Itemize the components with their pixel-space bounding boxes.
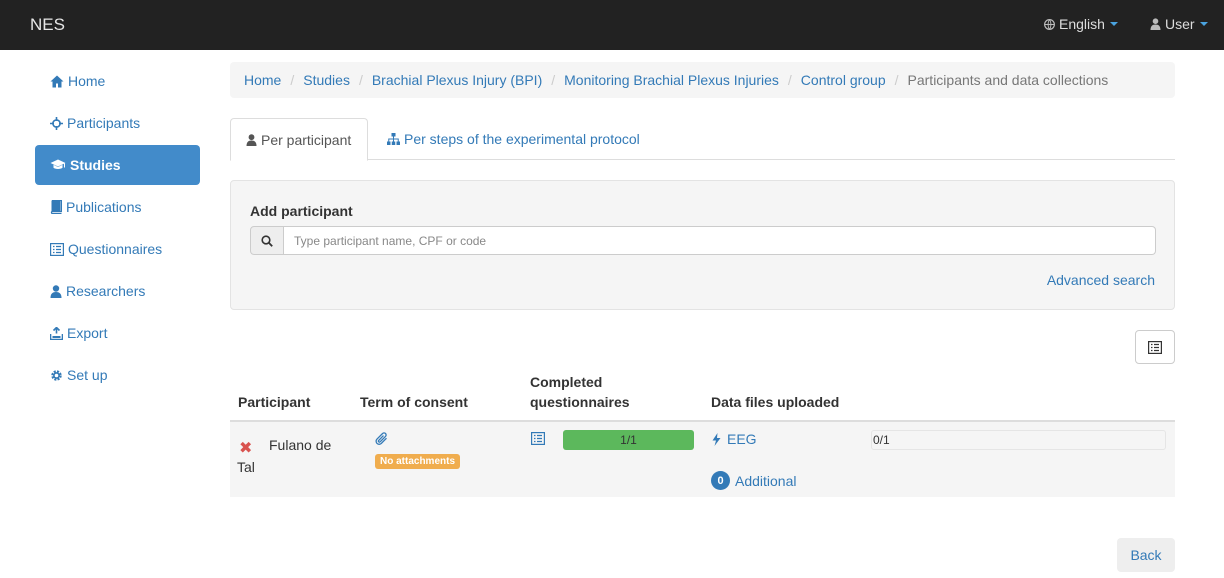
eeg-files-link[interactable]: EEG: [712, 431, 757, 447]
column-header-questionnaires-line1: Completed: [530, 374, 603, 390]
paperclip-icon[interactable]: [375, 432, 389, 446]
additional-label: Additional: [735, 472, 797, 489]
column-header-questionnaires: Completed questionnaires: [530, 372, 630, 412]
breadcrumb: Home / Studies / Brachial Plexus Injury …: [230, 62, 1175, 98]
tab-per-participant[interactable]: Per participant: [230, 118, 368, 161]
user-icon: [50, 284, 62, 298]
add-participant-panel: Add participant Advanced search: [230, 180, 1175, 310]
questionnaires-progress-bar: 1/1: [563, 430, 694, 450]
questionnaires-progress-label: 1/1: [620, 433, 637, 447]
home-icon: [50, 75, 64, 87]
additional-files-link[interactable]: 0 Additional: [711, 471, 797, 490]
column-header-files: Data files uploaded: [711, 394, 840, 410]
breadcrumb-separator: /: [290, 72, 295, 88]
sidebar-item-participants[interactable]: Participants: [35, 103, 200, 143]
participant-search-group: [250, 226, 1156, 255]
sidebar-item-export[interactable]: Export: [35, 313, 200, 353]
globe-icon: [1044, 18, 1055, 30]
language-dropdown[interactable]: English: [1044, 16, 1118, 32]
book-icon: [50, 200, 62, 214]
chevron-down-icon: [1109, 22, 1118, 26]
sidebar-item-label: Export: [67, 325, 108, 341]
sidebar-item-studies[interactable]: Studies: [35, 145, 200, 185]
user-dropdown[interactable]: User: [1150, 16, 1208, 32]
sidebar-item-home[interactable]: Home: [35, 61, 200, 101]
language-label: English: [1059, 16, 1105, 32]
eeg-label: EEG: [727, 431, 757, 447]
flash-icon: [712, 432, 721, 446]
sidebar-item-label: Participants: [67, 115, 141, 131]
sidebar-item-label: Home: [68, 73, 106, 89]
sidebar-item-setup[interactable]: Set up: [35, 355, 200, 395]
advanced-search-link[interactable]: Advanced search: [1047, 272, 1155, 288]
user-label: User: [1165, 16, 1195, 32]
brand-logo[interactable]: NES: [30, 15, 65, 35]
sidebar: Home Participants Studies Publications Q…: [35, 61, 200, 397]
top-navbar: NES English User: [0, 0, 1224, 50]
column-header-consent: Term of consent: [360, 394, 468, 410]
list-alt-icon: [50, 242, 64, 256]
participant-name[interactable]: Fulano de Tal: [237, 434, 337, 478]
sidebar-item-label: Set up: [67, 367, 108, 383]
breadcrumb-separator: /: [894, 72, 899, 88]
sidebar-item-questionnaires[interactable]: Questionnaires: [35, 229, 200, 269]
files-progress-label: 0/1: [873, 433, 890, 447]
sidebar-item-publications[interactable]: Publications: [35, 187, 200, 227]
user-icon: [1150, 18, 1161, 30]
additional-count-badge: 0: [711, 471, 730, 490]
user-icon: [246, 133, 257, 146]
list-alt-icon: [1148, 340, 1162, 354]
breadcrumb-experiment[interactable]: Monitoring Brachial Plexus Injuries: [564, 72, 779, 88]
sidebar-item-researchers[interactable]: Researchers: [35, 271, 200, 311]
add-participant-title: Add participant: [250, 203, 353, 219]
cog-icon: [51, 369, 62, 381]
breadcrumb-separator: /: [551, 72, 556, 88]
breadcrumb-home[interactable]: Home: [244, 72, 281, 88]
breadcrumb-group[interactable]: Control group: [801, 72, 886, 88]
search-icon: [261, 234, 273, 247]
tab-label: Per participant: [261, 131, 352, 148]
column-header-questionnaires-line2: questionnaires: [530, 394, 630, 410]
list-alt-icon[interactable]: [531, 432, 545, 445]
breadcrumb-separator: /: [358, 72, 363, 88]
search-addon: [250, 226, 284, 255]
tab-per-steps[interactable]: Per steps of the experimental protocol: [387, 118, 640, 160]
sitemap-icon: [387, 133, 400, 145]
sidebar-item-label: Studies: [70, 157, 121, 173]
tab-label: Per steps of the experimental protocol: [404, 131, 640, 147]
chevron-down-icon: [1199, 22, 1208, 26]
crosshair-icon: [50, 116, 63, 130]
sidebar-item-label: Publications: [66, 199, 142, 215]
no-attachments-badge: No attachments: [375, 454, 461, 469]
list-view-button[interactable]: [1135, 330, 1175, 364]
view-tabs: Per participant Per steps of the experim…: [230, 118, 1175, 161]
breadcrumb-current: Participants and data collections: [907, 72, 1109, 88]
files-progress-bar: 0/1: [871, 430, 1166, 450]
sidebar-item-label: Questionnaires: [68, 241, 163, 257]
participant-search-input[interactable]: [284, 226, 1156, 255]
breadcrumb-study[interactable]: Brachial Plexus Injury (BPI): [372, 72, 542, 88]
breadcrumb-separator: /: [787, 72, 792, 88]
back-button[interactable]: Back: [1117, 538, 1175, 572]
table-row: ✖ Fulano de Tal No attachments 1/1 EEG 0…: [230, 422, 1175, 497]
export-icon: [50, 326, 63, 340]
column-header-participant: Participant: [238, 394, 311, 410]
sidebar-item-label: Researchers: [66, 283, 146, 299]
breadcrumb-studies[interactable]: Studies: [303, 72, 350, 88]
graduation-cap-icon: [50, 159, 66, 169]
